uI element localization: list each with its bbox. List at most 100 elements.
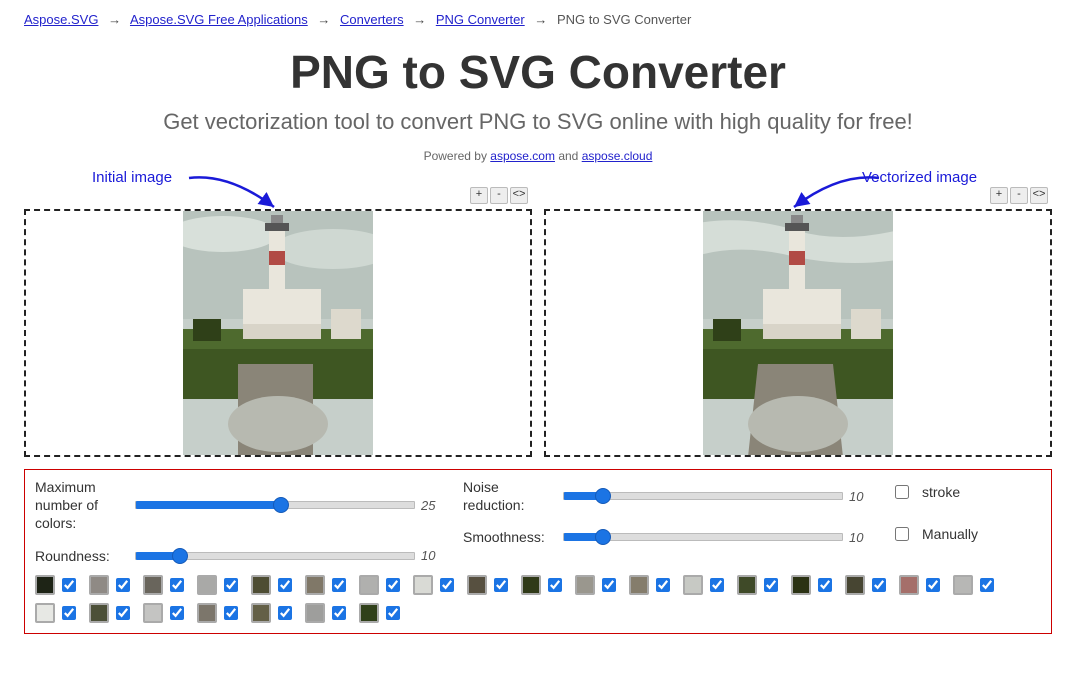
swatch-color-box: [35, 603, 55, 623]
color-swatch[interactable]: [89, 603, 133, 623]
vectorized-image-frame[interactable]: [544, 209, 1052, 457]
color-swatch[interactable]: [521, 575, 565, 595]
color-swatch[interactable]: [305, 575, 349, 595]
color-swatch[interactable]: [35, 603, 79, 623]
swatch-color-box: [575, 575, 595, 595]
breadcrumb-link[interactable]: PNG Converter: [436, 12, 525, 27]
color-swatch[interactable]: [197, 575, 241, 595]
swatch-checkbox[interactable]: [710, 578, 724, 592]
swatch-color-box: [197, 575, 217, 595]
color-swatch[interactable]: [953, 575, 997, 595]
swatch-checkbox[interactable]: [116, 606, 130, 620]
color-swatch[interactable]: [791, 575, 835, 595]
swatch-checkbox[interactable]: [170, 578, 184, 592]
swatch-color-box: [89, 575, 109, 595]
swatch-checkbox[interactable]: [224, 606, 238, 620]
swatch-checkbox[interactable]: [62, 606, 76, 620]
breadcrumb-link[interactable]: Aspose.SVG Free Applications: [130, 12, 308, 27]
swatch-checkbox[interactable]: [872, 578, 886, 592]
arrow-icon: [784, 173, 884, 213]
swatch-checkbox[interactable]: [224, 578, 238, 592]
swatch-checkbox[interactable]: [980, 578, 994, 592]
color-swatch[interactable]: [359, 575, 403, 595]
swatch-checkbox[interactable]: [818, 578, 832, 592]
breadcrumb-link[interactable]: Aspose.SVG: [24, 12, 98, 27]
breadcrumb: Aspose.SVG → Aspose.SVG Free Application…: [24, 12, 1052, 27]
color-swatch[interactable]: [143, 575, 187, 595]
swatch-checkbox[interactable]: [926, 578, 940, 592]
color-swatch[interactable]: [845, 575, 889, 595]
arrow-icon: →: [317, 12, 330, 27]
zoom-out-button[interactable]: -: [490, 187, 508, 204]
swatch-checkbox[interactable]: [116, 578, 130, 592]
noise-label: Noise reduction:: [463, 478, 557, 514]
swatch-checkbox[interactable]: [332, 606, 346, 620]
color-swatch[interactable]: [629, 575, 673, 595]
stroke-label: stroke: [922, 484, 960, 500]
color-swatch[interactable]: [413, 575, 457, 595]
noise-slider[interactable]: [563, 492, 843, 500]
powered-link[interactable]: aspose.com: [490, 149, 555, 163]
swatch-checkbox[interactable]: [278, 578, 292, 592]
zoom-swap-button[interactable]: <>: [1030, 187, 1048, 204]
swatch-checkbox[interactable]: [332, 578, 346, 592]
color-swatch[interactable]: [737, 575, 781, 595]
color-swatch[interactable]: [35, 575, 79, 595]
color-swatch[interactable]: [197, 603, 241, 623]
swatch-checkbox[interactable]: [386, 606, 400, 620]
smoothness-slider[interactable]: [563, 533, 843, 541]
max-colors-slider-group: Maximum number of colors: 25: [35, 478, 445, 533]
zoom-in-button[interactable]: +: [470, 187, 488, 204]
swatch-color-box: [89, 603, 109, 623]
stroke-checkbox-row[interactable]: stroke: [891, 482, 1041, 502]
swatch-checkbox[interactable]: [170, 606, 184, 620]
color-swatch[interactable]: [575, 575, 619, 595]
swatch-checkbox[interactable]: [386, 578, 400, 592]
manually-checkbox-row[interactable]: Manually: [891, 524, 1041, 544]
swatch-checkbox[interactable]: [548, 578, 562, 592]
color-swatch[interactable]: [683, 575, 727, 595]
stroke-checkbox[interactable]: [895, 485, 909, 499]
swatch-color-box: [683, 575, 703, 595]
swatch-color-box: [251, 603, 271, 623]
swatch-checkbox[interactable]: [62, 578, 76, 592]
swatch-color-box: [953, 575, 973, 595]
swatch-color-box: [413, 575, 433, 595]
swatch-color-box: [143, 575, 163, 595]
color-swatch[interactable]: [143, 603, 187, 623]
max-colors-value: 25: [421, 498, 445, 513]
zoom-in-button[interactable]: +: [990, 187, 1008, 204]
color-swatch[interactable]: [251, 603, 295, 623]
roundness-value: 10: [421, 548, 445, 563]
zoom-swap-button[interactable]: <>: [510, 187, 528, 204]
swatch-checkbox[interactable]: [278, 606, 292, 620]
swatch-color-box: [359, 575, 379, 595]
initial-image-frame[interactable]: [24, 209, 532, 457]
vectorized-image-panel: + - <>: [544, 209, 1052, 457]
swatch-color-box: [629, 575, 649, 595]
arrow-icon: →: [534, 12, 547, 27]
swatch-checkbox[interactable]: [494, 578, 508, 592]
color-swatch[interactable]: [89, 575, 133, 595]
swatch-color-box: [251, 575, 271, 595]
roundness-slider[interactable]: [135, 552, 415, 560]
initial-image: [183, 209, 373, 457]
color-swatch[interactable]: [467, 575, 511, 595]
swatch-checkbox[interactable]: [440, 578, 454, 592]
swatch-checkbox[interactable]: [656, 578, 670, 592]
powered-link[interactable]: aspose.cloud: [582, 149, 653, 163]
color-swatch[interactable]: [251, 575, 295, 595]
vectorized-image: [703, 209, 893, 457]
breadcrumb-link[interactable]: Converters: [340, 12, 404, 27]
swatch-checkbox[interactable]: [764, 578, 778, 592]
max-colors-slider[interactable]: [135, 501, 415, 509]
color-swatch[interactable]: [359, 603, 403, 623]
color-swatches: [35, 575, 1041, 623]
swatch-checkbox[interactable]: [602, 578, 616, 592]
manually-checkbox[interactable]: [895, 527, 909, 541]
color-swatch[interactable]: [305, 603, 349, 623]
arrow-icon: →: [108, 12, 121, 27]
zoom-out-button[interactable]: -: [1010, 187, 1028, 204]
color-swatch[interactable]: [899, 575, 943, 595]
swatch-color-box: [845, 575, 865, 595]
